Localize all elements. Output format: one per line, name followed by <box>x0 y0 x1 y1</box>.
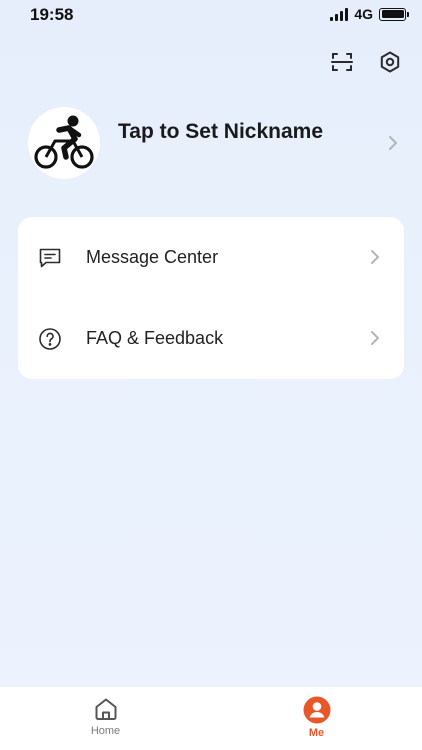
scan-icon <box>331 53 353 71</box>
tab-bar: Home Me <box>0 686 422 750</box>
message-icon <box>38 246 62 270</box>
chevron-right-icon <box>370 249 380 270</box>
question-circle-icon <box>38 327 62 351</box>
tab-label: Home <box>90 725 121 737</box>
hexagon-settings-icon <box>380 51 400 73</box>
menu-card: Message Center FAQ & Feedback <box>18 217 404 379</box>
status-indicators: 4G <box>330 6 409 22</box>
menu-item-label: FAQ & Feedback <box>86 328 224 348</box>
signal-icon <box>330 7 349 21</box>
profile-row[interactable]: Tap to Set Nickname <box>28 107 406 179</box>
home-icon <box>95 698 116 720</box>
top-actions <box>328 48 404 76</box>
cyclist-icon <box>34 115 94 169</box>
tab-home[interactable]: Home <box>0 687 211 750</box>
avatar[interactable] <box>28 107 100 179</box>
chevron-right-icon <box>388 135 398 156</box>
menu-item-message-center[interactable]: Message Center <box>18 217 404 298</box>
network-type: 4G <box>354 6 373 22</box>
user-icon <box>303 696 330 724</box>
menu-item-label: Message Center <box>86 247 219 267</box>
tab-label: Me <box>308 727 325 739</box>
settings-button[interactable] <box>376 48 404 76</box>
battery-icon <box>379 7 409 21</box>
status-time: 19:58 <box>30 5 74 24</box>
scan-button[interactable] <box>328 48 356 76</box>
tab-me[interactable]: Me <box>211 687 422 750</box>
chevron-right-icon <box>370 330 380 351</box>
nickname-label: Tap to Set Nickname <box>118 120 323 143</box>
menu-item-faq-feedback[interactable]: FAQ & Feedback <box>18 298 404 379</box>
status-bar: 19:58 4G <box>0 0 422 30</box>
